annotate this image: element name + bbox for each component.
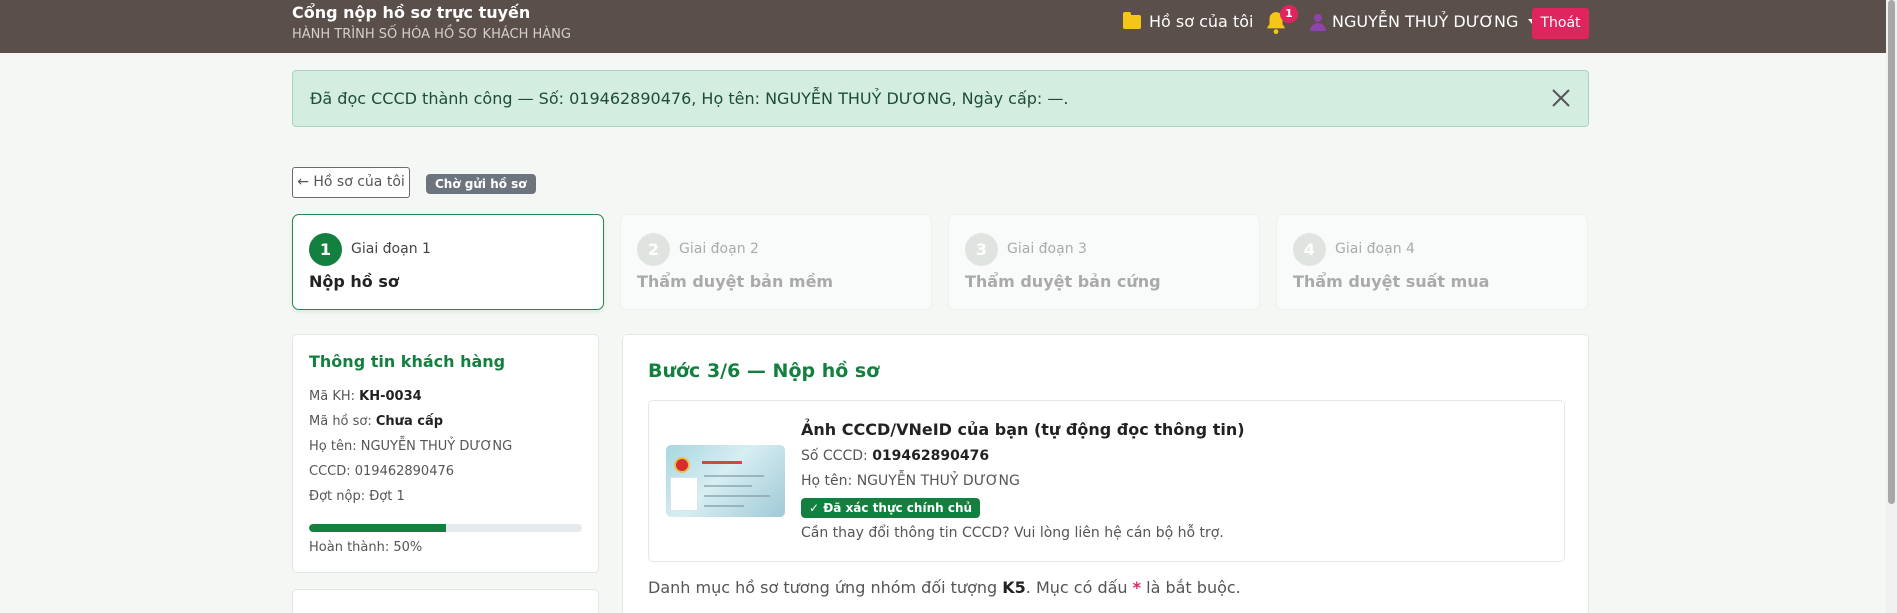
id-name-label: Họ tên:	[801, 473, 853, 489]
stage-title: Thẩm duyệt suất mua	[1293, 272, 1490, 291]
id-name-value: NGUYỄN THUỶ DƯƠNG	[856, 473, 1020, 489]
id-number-label: Số CCCD:	[801, 448, 868, 464]
logout-button[interactable]: Thoát	[1532, 8, 1589, 39]
customer-name-value: NGUYỄN THUỶ DƯƠNG	[360, 439, 513, 454]
id-card-thumbnail[interactable]	[666, 445, 785, 517]
customer-name-row: Họ tên: NGUYỄN THUỶ DƯƠNG	[309, 439, 512, 454]
id-change-note: Cần thay đổi thông tin CCCD? Vui lòng li…	[801, 525, 1224, 541]
customer-name-label: Họ tên:	[309, 439, 357, 454]
close-icon[interactable]	[1550, 87, 1572, 109]
my-files-label: Hồ sơ của tôi	[1149, 12, 1254, 31]
category-suffix: là bắt buộc.	[1146, 578, 1241, 597]
top-navbar: Cổng nộp hồ sơ trực tuyến HÀNH TRÌNH SỐ …	[0, 0, 1886, 53]
customer-code-value: KH-0034	[359, 389, 422, 404]
user-icon	[1310, 13, 1326, 31]
progress-text: Hoàn thành: 50%	[309, 540, 423, 555]
status-badge: Chờ gửi hồ sơ	[426, 174, 536, 194]
id-card-header-strip	[702, 461, 742, 464]
folder-icon	[1123, 11, 1141, 29]
file-code-row: Mã hồ sơ: Chưa cấp	[309, 414, 443, 429]
stage-3-card[interactable]: 3 Giai đoạn 3 Thẩm duyệt bản cứng	[948, 214, 1260, 310]
customer-info-title: Thông tin khách hàng	[309, 352, 506, 371]
stage-label: Giai đoạn 3	[1007, 241, 1087, 257]
notification-count-badge: 1	[1280, 5, 1298, 23]
customer-cccd-label: CCCD:	[309, 464, 351, 479]
emblem-icon	[674, 457, 690, 473]
stage-title: Thẩm duyệt bản mềm	[637, 272, 834, 291]
category-mid: . Mục có dấu	[1025, 578, 1128, 597]
secondary-side-card	[292, 589, 599, 613]
id-card-text-line	[704, 505, 744, 507]
step-title: Bước 3/6 — Nộp hồ sơ	[648, 360, 880, 382]
customer-cccd-value: 019462890476	[354, 464, 455, 479]
back-to-my-files-button[interactable]: ← Hồ sơ của tôi	[292, 167, 410, 198]
customer-code-row: Mã KH: KH-0034	[309, 389, 422, 404]
user-menu-dropdown[interactable]: NGUYỄN THUỶ DƯƠNG	[1310, 12, 1537, 31]
completion-progress-bar	[309, 524, 582, 532]
user-name: NGUYỄN THUỶ DƯƠNG	[1332, 12, 1519, 31]
customer-info-card: Thông tin khách hàng Mã KH: KH-0034 Mã h…	[292, 334, 599, 573]
id-card-heading: Ảnh CCCD/VNeID của bạn (tự động đọc thôn…	[801, 420, 1245, 439]
stage-number: 4	[1293, 233, 1326, 266]
id-number-value: 019462890476	[872, 448, 990, 464]
id-name-row: Họ tên: NGUYỄN THUỶ DƯƠNG	[801, 473, 1020, 489]
stage-2-card[interactable]: 2 Giai đoạn 2 Thẩm duyệt bản mềm	[620, 214, 932, 310]
batch-value: Đợt 1	[369, 489, 405, 504]
customer-cccd-row: CCCD: 019462890476	[309, 464, 454, 479]
page-scrollbar[interactable]	[1886, 0, 1897, 613]
brand-subtitle: HÀNH TRÌNH SỐ HÓA HỒ SƠ KHÁCH HÀNG	[292, 27, 571, 42]
success-alert: Đã đọc CCCD thành công — Số: 01946289047…	[292, 70, 1589, 127]
category-prefix: Danh mục hồ sơ tương ứng nhóm đối tượng	[648, 578, 998, 597]
brand-title[interactable]: Cổng nộp hồ sơ trực tuyến	[292, 3, 530, 22]
stage-number: 1	[309, 233, 342, 266]
id-card-text-line	[704, 475, 764, 477]
id-number-row: Số CCCD: 019462890476	[801, 448, 989, 464]
stage-label: Giai đoạn 2	[679, 241, 759, 257]
stage-title: Nộp hồ sơ	[309, 272, 399, 291]
stage-title: Thẩm duyệt bản cứng	[965, 272, 1161, 291]
id-card-text-line	[704, 485, 752, 487]
category-code: K5	[1002, 578, 1026, 597]
stage-number: 2	[637, 233, 670, 266]
id-card-text-line	[704, 495, 770, 497]
batch-label: Đợt nộp:	[309, 489, 366, 504]
my-files-link[interactable]: Hồ sơ của tôi	[1123, 11, 1254, 31]
main-step-card: Bước 3/6 — Nộp hồ sơ Ảnh CCCD/VNeID của …	[622, 334, 1589, 613]
required-star: *	[1132, 578, 1142, 597]
file-code-value: Chưa cấp	[375, 414, 444, 429]
batch-row: Đợt nộp: Đợt 1	[309, 489, 405, 504]
verified-badge: ✓ Đã xác thực chính chủ	[801, 498, 981, 518]
stage-label: Giai đoạn 4	[1335, 241, 1415, 257]
file-code-label: Mã hồ sơ:	[309, 414, 372, 429]
portrait-placeholder	[670, 477, 698, 511]
alert-message: Đã đọc CCCD thành công — Số: 01946289047…	[310, 89, 1069, 108]
progress-fill	[309, 524, 446, 532]
stage-1-card[interactable]: 1 Giai đoạn 1 Nộp hồ sơ	[292, 214, 604, 310]
stage-label: Giai đoạn 1	[351, 241, 431, 257]
customer-code-label: Mã KH:	[309, 389, 355, 404]
scrollbar-thumb[interactable]	[1888, 0, 1895, 504]
stage-number: 3	[965, 233, 998, 266]
stage-4-card[interactable]: 4 Giai đoạn 4 Thẩm duyệt suất mua	[1276, 214, 1588, 310]
category-description: Danh mục hồ sơ tương ứng nhóm đối tượng …	[648, 578, 1241, 597]
id-card-panel: Ảnh CCCD/VNeID của bạn (tự động đọc thôn…	[648, 400, 1565, 562]
